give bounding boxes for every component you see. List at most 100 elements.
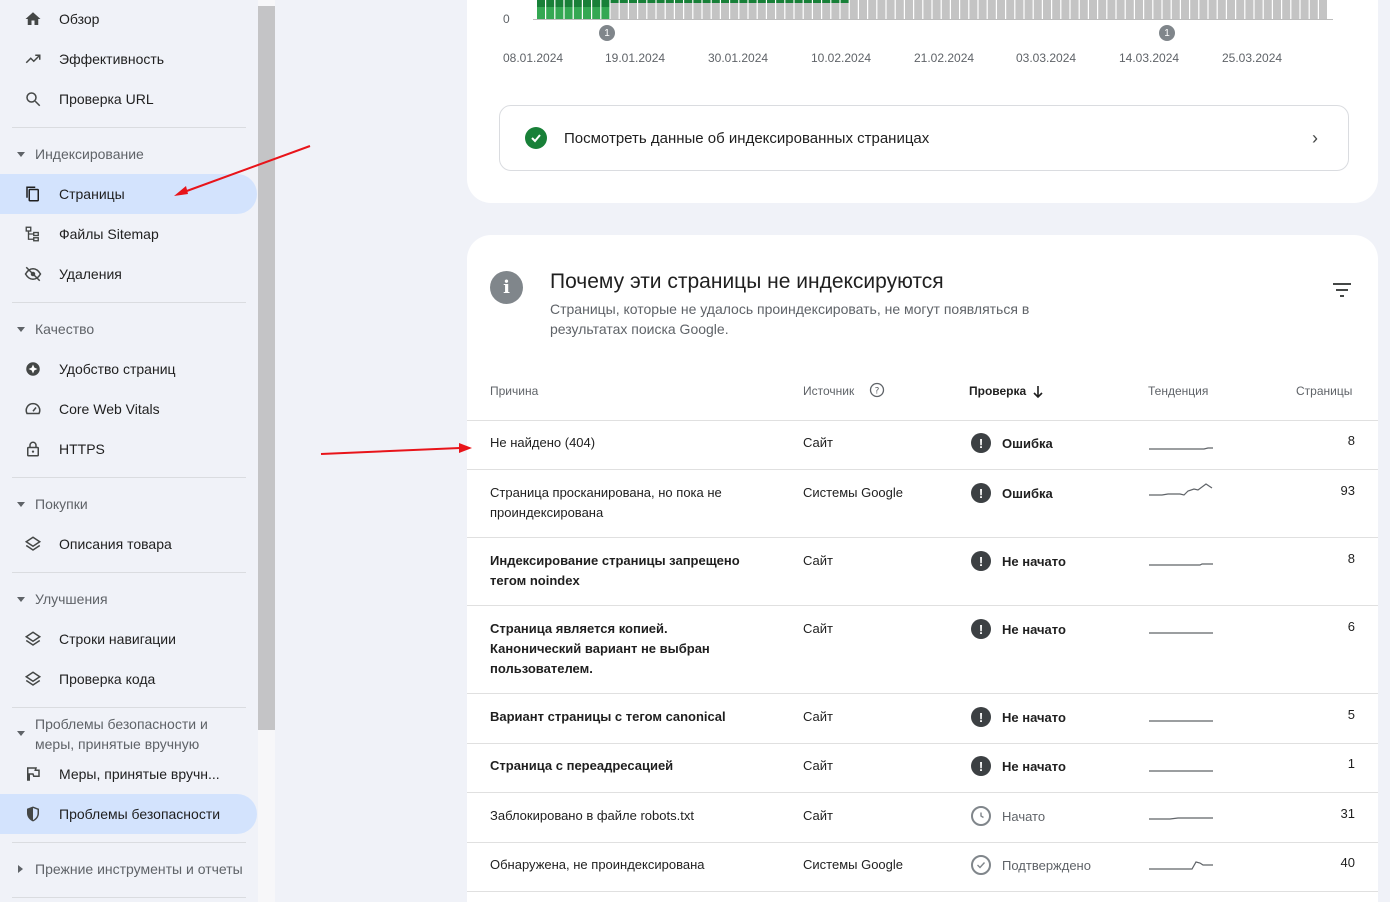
caret-down-icon xyxy=(17,501,25,507)
card-subtitle: Страницы, которые не удалось проиндексир… xyxy=(550,301,1030,337)
chart-bar-indexed xyxy=(601,0,610,7)
section-shopping[interactable]: Покупки xyxy=(0,494,258,514)
chart-bar xyxy=(941,0,950,19)
chart-bar-indexed xyxy=(803,0,812,3)
column-header-trend[interactable]: Тенденция xyxy=(1148,384,1208,398)
section-enhancements[interactable]: Улучшения xyxy=(0,589,258,609)
row-pages-count: 5 xyxy=(1347,707,1355,722)
chart-bar-indexed xyxy=(822,0,831,3)
chart-bar xyxy=(1079,0,1088,19)
row-reason: Страница с переадресацией xyxy=(490,758,674,773)
row-status: Начато xyxy=(971,806,1045,826)
sidebar-item-removals[interactable]: Удаления xyxy=(0,254,258,294)
sidebar-item-url-inspection[interactable]: Проверка URL xyxy=(0,79,258,119)
filter-icon[interactable] xyxy=(1332,282,1352,298)
chart-bar-indexed xyxy=(785,0,794,3)
column-header-validation[interactable]: Проверка xyxy=(969,384,1026,398)
sidebar-item-overview[interactable]: Обзор xyxy=(0,0,258,39)
chart-bar xyxy=(1033,0,1042,19)
flag-icon xyxy=(24,765,42,783)
x-tick-label: 03.03.2024 xyxy=(1016,51,1077,65)
chart-bar xyxy=(1208,0,1217,19)
search-icon xyxy=(24,90,42,108)
chart-bar xyxy=(1024,0,1033,19)
x-tick-label: 19.01.2024 xyxy=(605,51,666,65)
trend-sparkline xyxy=(1149,563,1213,566)
chart-bar xyxy=(573,7,582,19)
sidebar-item-security-issues[interactable]: Проблемы безопасности xyxy=(0,794,257,834)
info-icon: i xyxy=(490,271,523,304)
chart-bar xyxy=(987,0,996,19)
sidebar-item-breadcrumbs[interactable]: Строки навигации xyxy=(0,619,258,659)
check-circle-icon xyxy=(525,127,547,149)
chart-bar xyxy=(1319,0,1327,19)
x-tick-label: 25.03.2024 xyxy=(1222,51,1283,65)
help-icon[interactable]: ? xyxy=(869,382,885,398)
row-status: ! Не начато xyxy=(971,619,1066,639)
column-header-pages[interactable]: Страницы xyxy=(1296,384,1352,398)
view-indexed-pages-link[interactable]: Посмотреть данные об индексированных стр… xyxy=(499,105,1349,171)
sidebar-item-https[interactable]: HTTPS xyxy=(0,429,258,469)
table-divider xyxy=(467,605,1378,606)
chart-annotation-marker[interactable]: 1 xyxy=(1159,25,1175,41)
sidebar-item-manual-actions[interactable]: Меры, принятые вручн... xyxy=(0,754,258,794)
section-indexing[interactable]: Индексирование xyxy=(0,144,258,164)
chart-bar xyxy=(932,0,941,19)
chart-bar-indexed xyxy=(564,0,573,7)
column-header-reason[interactable]: Причина xyxy=(490,384,538,398)
sidebar-scrollbar-thumb[interactable] xyxy=(258,6,275,730)
table-divider xyxy=(467,842,1378,843)
chart-bar xyxy=(923,0,932,19)
chart-bar-indexed xyxy=(702,0,711,3)
annotation-arrow-404 xyxy=(320,443,472,455)
section-label: Качество xyxy=(35,321,95,337)
chart-bar-indexed xyxy=(813,0,821,3)
error-icon: ! xyxy=(971,619,991,639)
trend-sparkline xyxy=(1149,817,1213,820)
chart-bar xyxy=(601,7,610,19)
section-security[interactable]: Проблемы безопасности и меры, принятые в… xyxy=(0,714,258,754)
sidebar-item-pages[interactable]: Страницы xyxy=(0,174,257,214)
row-pages-count: 8 xyxy=(1347,433,1355,448)
chart-bar-indexed xyxy=(629,0,637,3)
chart-bar-indexed xyxy=(610,0,619,3)
sidebar-item-core-web-vitals[interactable]: Core Web Vitals xyxy=(0,389,258,429)
chart-bar xyxy=(564,7,573,19)
row-pages-count: 8 xyxy=(1347,551,1355,566)
table-divider xyxy=(467,743,1378,744)
column-header-source[interactable]: Источник xyxy=(803,384,854,398)
lock-icon xyxy=(24,440,42,458)
chart-bar xyxy=(1217,0,1226,19)
clock-icon xyxy=(971,806,991,826)
layers-icon xyxy=(24,670,42,688)
sidebar-item-code-check[interactable]: Проверка кода xyxy=(0,659,258,699)
chart-bar-indexed xyxy=(546,0,555,7)
sidebar-item-label: Проблемы безопасности xyxy=(59,806,221,822)
sidebar-item-performance[interactable]: Эффективность xyxy=(0,39,258,79)
page-experience-icon xyxy=(24,360,42,378)
row-status: ! Не начато xyxy=(971,707,1066,727)
chart-bar xyxy=(1125,0,1134,19)
section-quality[interactable]: Качество xyxy=(0,319,258,339)
sidebar-divider xyxy=(12,127,246,128)
sidebar-divider xyxy=(12,477,246,478)
sidebar-item-page-experience[interactable]: Удобство страниц xyxy=(0,349,258,389)
chart-annotation-marker[interactable]: 1 xyxy=(599,25,615,41)
chart-bar xyxy=(886,0,895,19)
sidebar-item-sitemaps[interactable]: Файлы Sitemap xyxy=(0,214,258,254)
chart-bar xyxy=(1116,0,1125,19)
caret-down-icon xyxy=(17,596,25,602)
caret-down-icon xyxy=(17,731,25,736)
row-reason: Заблокировано в файле robots.txt xyxy=(490,808,694,823)
row-source: Сайт xyxy=(803,808,833,823)
chart-bar-indexed xyxy=(711,0,720,3)
chart-bar-indexed xyxy=(721,0,729,3)
trend-sparkline xyxy=(1149,720,1213,722)
section-legacy-tools[interactable]: Прежние инструменты и отчеты xyxy=(0,859,258,879)
sidebar-item-label: Обзор xyxy=(59,11,100,27)
chart-bar xyxy=(868,0,877,19)
chart-bar-indexed xyxy=(537,0,545,7)
removals-icon xyxy=(24,265,42,283)
sidebar-item-product-snippets[interactable]: Описания товара xyxy=(0,524,258,564)
speedometer-icon xyxy=(24,400,42,418)
